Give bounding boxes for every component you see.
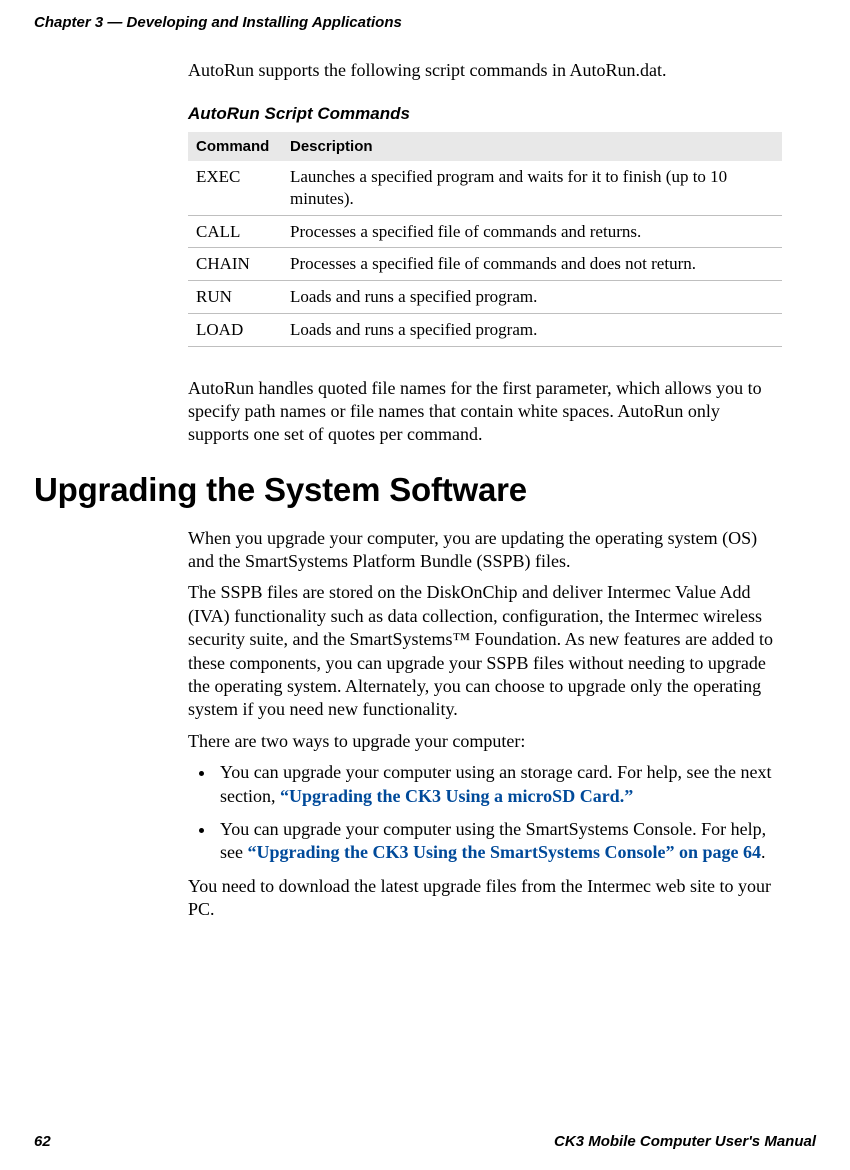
list-item: You can upgrade your computer using the … — [216, 818, 782, 865]
intro-text: AutoRun supports the following script co… — [188, 59, 782, 82]
table-row: LOAD Loads and runs a specified program. — [188, 313, 782, 346]
table-row: CALL Processes a specified file of comma… — [188, 215, 782, 248]
paragraph: AutoRun handles quoted file names for th… — [188, 377, 782, 447]
cell-description: Loads and runs a specified program. — [282, 281, 782, 314]
col-header-description: Description — [282, 132, 782, 161]
cell-command: EXEC — [188, 161, 282, 215]
link-smartsystems-console[interactable]: “Upgrading the CK3 Using the SmartSystem… — [247, 842, 761, 862]
link-microsd-card[interactable]: “Upgrading the CK3 Using a microSD Card.… — [280, 786, 633, 806]
paragraph: You need to download the latest upgrade … — [188, 875, 782, 922]
col-header-command: Command — [188, 132, 282, 161]
cell-command: CHAIN — [188, 248, 282, 281]
paragraph: When you upgrade your computer, you are … — [188, 527, 782, 574]
cell-command: RUN — [188, 281, 282, 314]
table-row: RUN Loads and runs a specified program. — [188, 281, 782, 314]
table-row: CHAIN Processes a specified file of comm… — [188, 248, 782, 281]
table-row: EXEC Launches a specified program and wa… — [188, 161, 782, 215]
table-title: AutoRun Script Commands — [188, 104, 782, 124]
bullet-list: You can upgrade your computer using an s… — [188, 761, 782, 865]
cell-description: Launches a specified program and waits f… — [282, 161, 782, 215]
paragraph: There are two ways to upgrade your compu… — [188, 730, 782, 753]
list-item: You can upgrade your computer using an s… — [216, 761, 782, 808]
paragraph: The SSPB files are stored on the DiskOnC… — [188, 581, 782, 721]
cell-command: LOAD — [188, 313, 282, 346]
cell-description: Processes a specified file of commands a… — [282, 248, 782, 281]
cell-description: Processes a specified file of commands a… — [282, 215, 782, 248]
footer: 62 CK3 Mobile Computer User's Manual — [34, 1133, 816, 1150]
cell-description: Loads and runs a specified program. — [282, 313, 782, 346]
cell-command: CALL — [188, 215, 282, 248]
heading-upgrading: Upgrading the System Software — [34, 471, 850, 509]
page-number: 62 — [34, 1133, 51, 1150]
footer-title: CK3 Mobile Computer User's Manual — [554, 1133, 816, 1150]
bullet-text: . — [761, 842, 766, 862]
commands-table: Command Description EXEC Launches a spec… — [188, 132, 782, 347]
section-content: When you upgrade your computer, you are … — [0, 527, 850, 922]
chapter-header: Chapter 3 — Developing and Installing Ap… — [0, 0, 850, 31]
main-content: AutoRun supports the following script co… — [0, 59, 850, 447]
